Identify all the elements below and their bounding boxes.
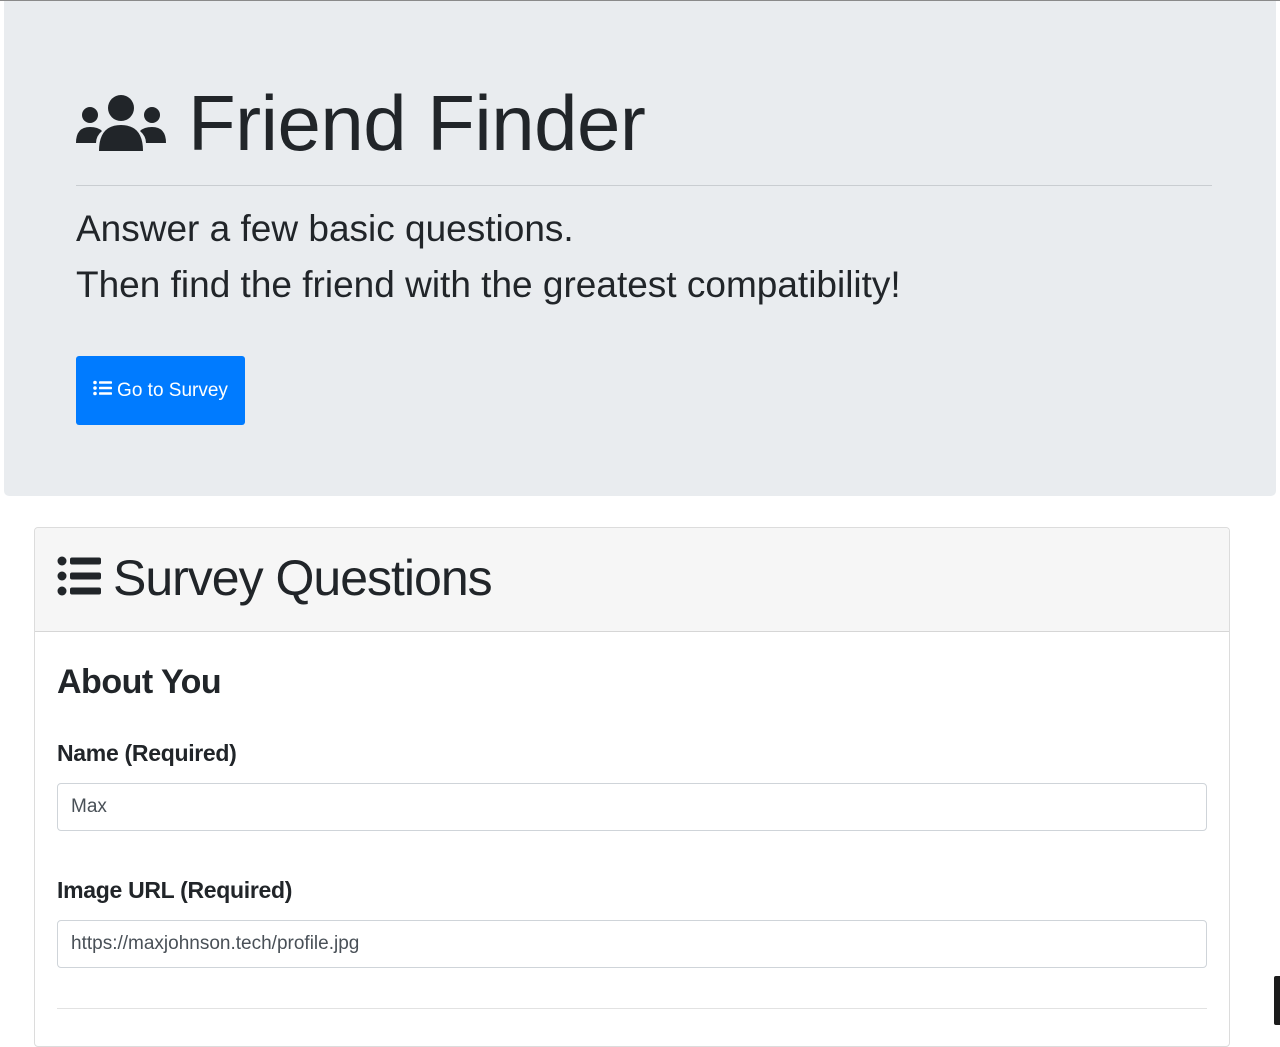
- scroll-handle[interactable]: [1274, 976, 1280, 1025]
- section-divider: [57, 1008, 1207, 1009]
- image-url-input[interactable]: [57, 920, 1207, 968]
- list-icon: [93, 380, 117, 402]
- users-icon: [76, 93, 166, 153]
- page-title-text: Friend Finder: [188, 79, 646, 167]
- divider: [76, 185, 1212, 186]
- survey-title: Survey Questions: [113, 550, 493, 606]
- image-url-label: Image URL (Required): [57, 877, 293, 903]
- survey-card-header: Survey Questions: [35, 528, 1229, 632]
- go-to-survey-label: Go to Survey: [117, 379, 228, 401]
- go-to-survey-button[interactable]: Go to Survey: [76, 356, 245, 425]
- name-label: Name (Required): [57, 740, 237, 766]
- lead-line-2: Then find the friend with the greatest c…: [76, 264, 901, 305]
- section-title: About You: [57, 663, 222, 701]
- survey-card: Survey Questions About You Name (Require…: [34, 527, 1230, 1047]
- name-input[interactable]: [57, 783, 1207, 831]
- lead-line-1: Answer a few basic questions.: [76, 208, 574, 249]
- page-title: Friend Finder: [76, 79, 646, 167]
- jumbotron: Friend Finder Answer a few basic questio…: [4, 1, 1276, 496]
- list-icon: [57, 554, 101, 603]
